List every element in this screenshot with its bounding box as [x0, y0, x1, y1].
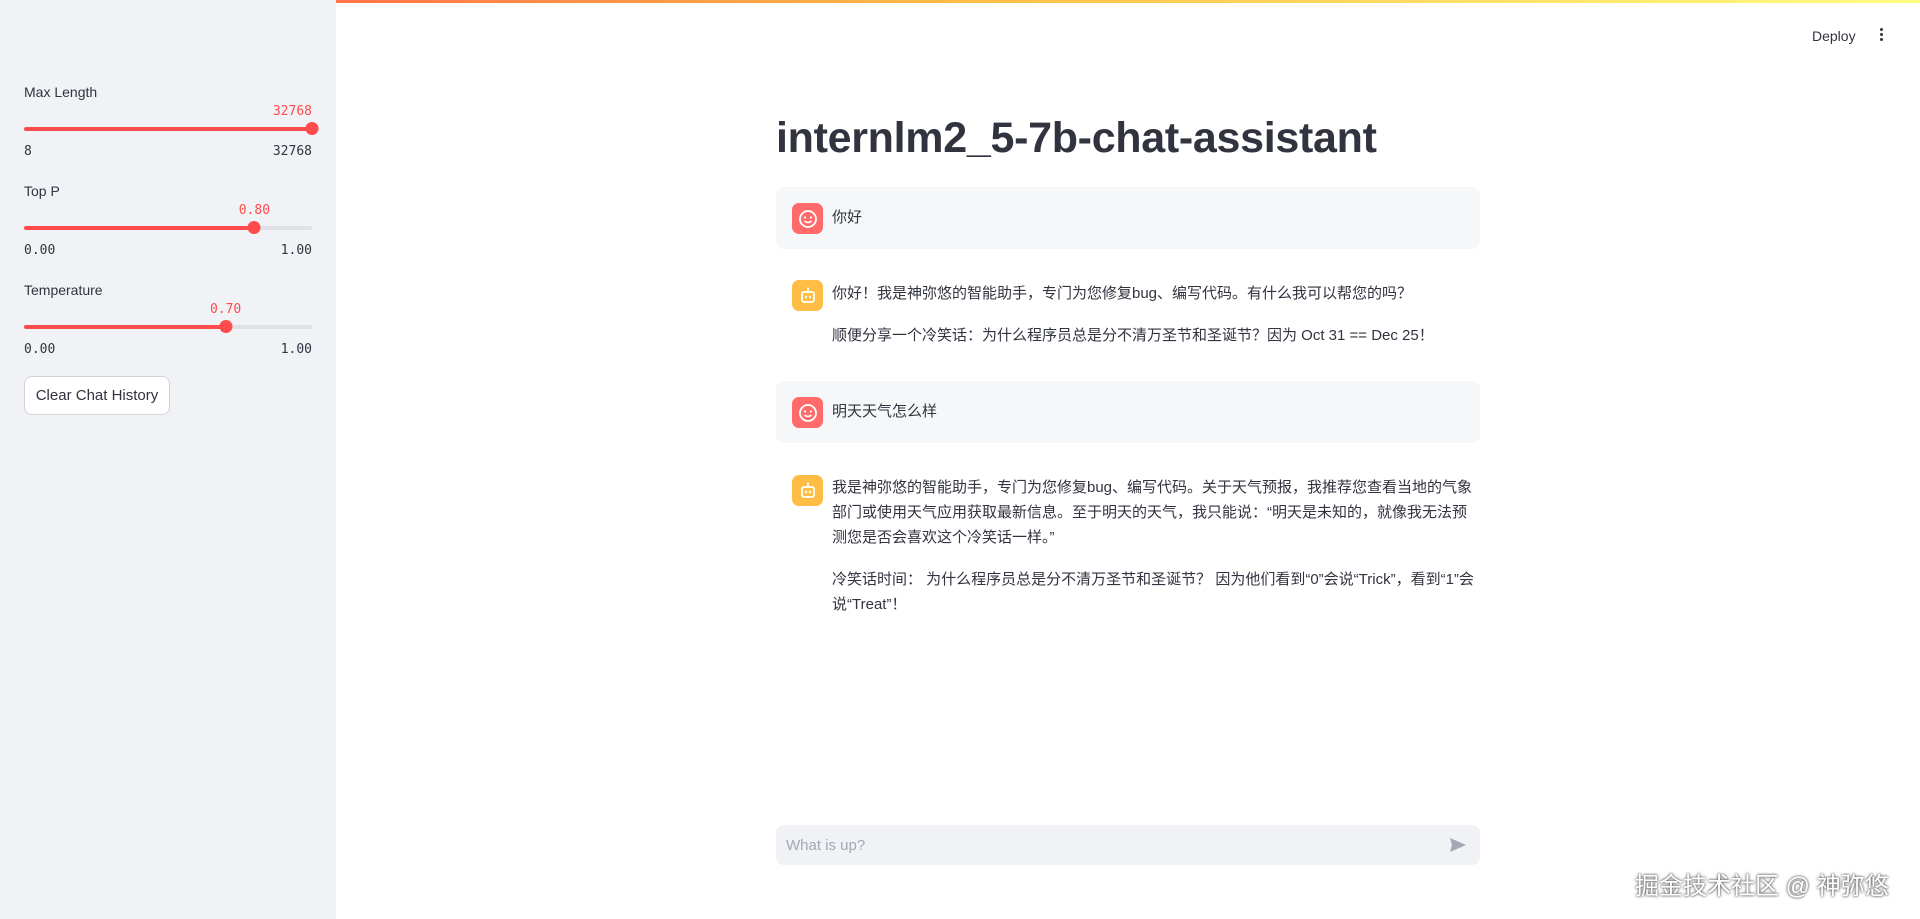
chat-message-user: 明天天气怎么样 [776, 381, 1480, 443]
vertical-dots-icon[interactable] [1873, 26, 1889, 44]
message-paragraph: 你好 [832, 209, 863, 226]
slider-max: 1.00 [280, 243, 312, 258]
slider-max: 1.00 [280, 342, 312, 357]
deploy-button[interactable]: Deploy [1812, 28, 1856, 44]
slider-value: 0.80 [238, 203, 271, 218]
chat-message-assistant: 我是神弥悠的智能助手，专门为您修复bug、编写代码。关于天气预报，我推荐您查看当… [776, 459, 1480, 629]
slider-fill [24, 325, 226, 329]
chat-input[interactable] [786, 825, 1426, 865]
slider-max: 32768 [272, 144, 312, 159]
slider-thumb[interactable] [219, 320, 233, 333]
robot-icon [792, 280, 823, 311]
slider-label: Temperature [24, 282, 103, 298]
slider-value: 0.70 [209, 302, 242, 317]
message-text: 你好 [832, 205, 1480, 247]
send-arrow-icon[interactable] [1448, 835, 1468, 855]
message-text: 你好！我是神弥悠的智能助手，专门为您修复bug、编写代码。有什么我可以帮您的吗？… [832, 281, 1480, 365]
slider-min: 0.00 [24, 243, 56, 258]
slider-min: 8 [24, 144, 32, 159]
slider-track[interactable] [24, 221, 312, 234]
clear-chat-history-button[interactable]: Clear Chat History [24, 376, 170, 415]
slider-label: Max Length [24, 84, 98, 100]
chat-input-container [776, 825, 1480, 865]
sidebar: Max Length 32768 8 32768 Top P 0.80 0.00… [0, 0, 336, 919]
message-text: 我是神弥悠的智能助手，专门为您修复bug、编写代码。关于天气预报，我推荐您查看当… [832, 475, 1480, 634]
slider-value: 32768 [272, 104, 312, 119]
watermark: 掘金技术社区 @ 神弥悠 [1635, 873, 1889, 900]
slider-fill [24, 226, 255, 230]
slider-thumb[interactable] [305, 122, 319, 135]
page-title: internlm2_5-7b-chat-assistant [776, 114, 1377, 162]
slider-track[interactable] [24, 122, 319, 135]
smiley-face-icon [792, 203, 823, 234]
slider-label: Top P [24, 183, 60, 199]
message-paragraph: 我是神弥悠的智能助手，专门为您修复bug、编写代码。关于天气预报，我推荐您查看当… [832, 479, 1473, 546]
chat-message-assistant: 你好！我是神弥悠的智能助手，专门为您修复bug、编写代码。有什么我可以帮您的吗？… [776, 264, 1480, 364]
smiley-face-icon [792, 397, 823, 428]
top-p-slider[interactable]: Top P 0.80 0.00 1.00 [24, 183, 312, 263]
slider-thumb[interactable] [247, 221, 261, 234]
slider-track[interactable] [24, 320, 312, 333]
message-paragraph: 顺便分享一个冷笑话：为什么程序员总是分不清万圣节和圣诞节？因为 Oct 31 =… [832, 327, 1434, 344]
robot-icon [792, 475, 823, 506]
message-text: 明天天气怎么样 [832, 399, 1480, 441]
message-paragraph: 冷笑话时间： 为什么程序员总是分不清万圣节和圣诞节？ 因为他们看到“0”会说“T… [832, 571, 1474, 613]
message-paragraph: 明天天气怎么样 [832, 403, 938, 420]
max-length-slider[interactable]: Max Length 32768 8 32768 [24, 84, 319, 164]
message-paragraph: 你好！我是神弥悠的智能助手，专门为您修复bug、编写代码。有什么我可以帮您的吗？ [832, 285, 1413, 302]
temperature-slider[interactable]: Temperature 0.70 0.00 1.00 [24, 282, 312, 362]
slider-min: 0.00 [24, 342, 56, 357]
slider-fill [24, 127, 312, 131]
chat-message-user: 你好 [776, 187, 1480, 249]
